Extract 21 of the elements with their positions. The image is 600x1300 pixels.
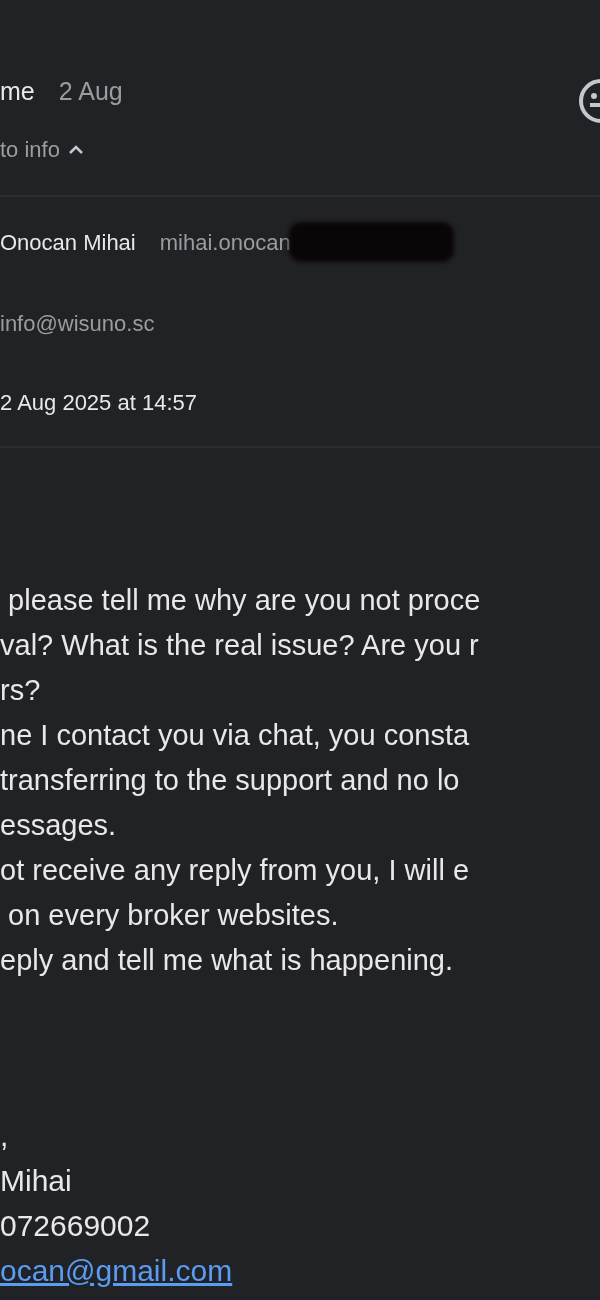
- signature-text: 072669002: [0, 1208, 151, 1244]
- body-text: ot receive any reply from you, I will e: [0, 853, 469, 888]
- body-text: eply and tell me what is happening.: [0, 943, 453, 978]
- body-text: val? What is the real issue? Are you r: [0, 628, 479, 663]
- sender-email: mihai.onocan: [159, 228, 291, 257]
- email-link[interactable]: ocan@gmail.com: [0, 1248, 233, 1293]
- recipient-email: info@wisuno.sc: [0, 310, 155, 337]
- sender-name: Onocan Mihai: [0, 228, 136, 257]
- sender-name: me: [0, 76, 35, 108]
- message-date: 2 Aug: [58, 76, 123, 108]
- body-text: ne I contact you via chat, you consta: [0, 718, 470, 753]
- body-text: please tell me why are you not proce: [7, 583, 481, 618]
- body-text: essages.: [0, 808, 117, 843]
- chevron-icon[interactable]: [67, 144, 84, 154]
- body-text: rs?: [0, 673, 41, 708]
- signature-text: Mihai: [0, 1163, 72, 1199]
- body-text: transferring to the support and no lo: [0, 763, 460, 798]
- signature-text: ,: [0, 1118, 9, 1154]
- body-text: on every broker websites.: [7, 898, 339, 933]
- recipients-summary[interactable]: to info: [0, 132, 60, 166]
- sent-date: 2 Aug 2025 at 14:57: [0, 389, 197, 416]
